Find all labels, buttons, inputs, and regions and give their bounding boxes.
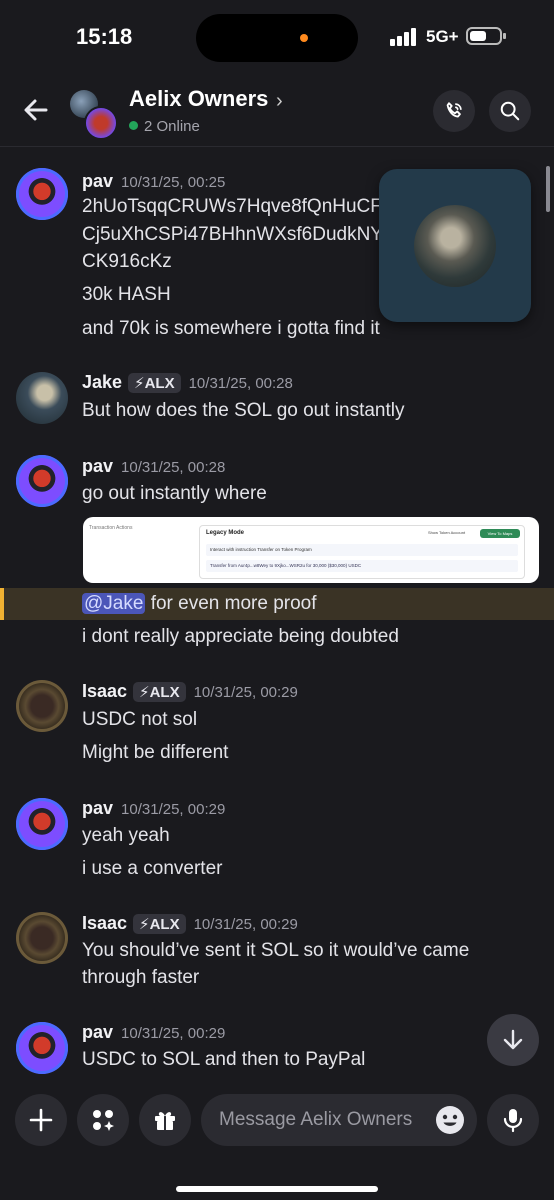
message-text: 30k HASH: [82, 284, 171, 305]
timestamp: 10/31/25, 00:29: [121, 801, 226, 818]
jump-to-bottom-button[interactable]: [487, 1014, 539, 1066]
message-text: But how does the SOL go out instantly: [82, 400, 405, 421]
caller-avatar: [414, 205, 496, 287]
attachment-row: Transfer from Aur4p...w8Wey to 9Xjko...W…: [206, 560, 518, 572]
role-tag[interactable]: ⚡ALX: [128, 373, 181, 393]
signal-icon: [390, 28, 420, 46]
message-text: Might be different: [82, 742, 229, 763]
battery-icon: [466, 27, 506, 45]
role-tag[interactable]: ⚡ALX: [133, 914, 186, 934]
attachment-mode: Legacy Mode: [206, 530, 245, 536]
apps-icon: [93, 1110, 114, 1131]
avatar[interactable]: [16, 680, 68, 732]
message-composer: Message Aelix Owners: [0, 1080, 554, 1200]
user-mention[interactable]: @Jake: [82, 593, 146, 614]
image-attachment[interactable]: Transaction Actions Legacy Mode Show Tok…: [83, 517, 539, 583]
avatar[interactable]: [16, 1022, 68, 1074]
online-status: 2 Online: [129, 118, 200, 135]
channel-title[interactable]: Aelix Owners: [129, 86, 268, 112]
message-text: You should’ve sent it SOL so it would’ve…: [82, 940, 470, 961]
add-button[interactable]: [15, 1094, 67, 1146]
phone-icon: [446, 102, 462, 118]
apps-button[interactable]: [77, 1094, 129, 1146]
avatar[interactable]: [16, 912, 68, 964]
username[interactable]: Jake: [82, 372, 122, 392]
voice-call-overlay[interactable]: [379, 169, 531, 322]
message-header: Jake ⚡ALX 10/31/25, 00:28: [82, 372, 293, 393]
message-text: go out instantly where: [82, 483, 267, 504]
transaction-card: Legacy Mode Show Token Account View To M…: [199, 525, 525, 579]
timestamp: 10/31/25, 00:28: [121, 459, 226, 476]
message-text: USDC not sol: [82, 709, 198, 730]
avatar[interactable]: [16, 455, 68, 507]
message-text: i use a converter: [82, 858, 223, 879]
timestamp: 10/31/25, 00:25: [121, 174, 226, 191]
avatar[interactable]: [16, 798, 68, 850]
message-input[interactable]: Message Aelix Owners: [201, 1094, 477, 1146]
message-text: i dont really appreciate being doubted: [82, 626, 399, 647]
avatar[interactable]: [16, 168, 68, 220]
back-arrow-icon[interactable]: [20, 94, 52, 126]
message-text: and 70k is somewhere i gotta find it: [82, 318, 380, 339]
gift-button[interactable]: [139, 1094, 191, 1146]
message-text: 2hUoTsqqCRUWs7Hqve8fQnHuCF: [82, 196, 382, 217]
timestamp: 10/31/25, 00:29: [121, 1025, 226, 1042]
username[interactable]: Isaac: [82, 681, 127, 701]
message-header: Isaac ⚡ALX 10/31/25, 00:29: [82, 681, 298, 702]
attachment-toggle-label: Show Token Account: [428, 530, 466, 535]
attachment-view-button: View To Maps: [480, 529, 520, 538]
status-bar: 15:18 5G+: [0, 0, 554, 74]
message-header: pav 10/31/25, 00:29: [82, 798, 225, 819]
scrollbar[interactable]: [546, 166, 550, 212]
microphone-icon: [503, 1109, 523, 1133]
username[interactable]: pav: [82, 456, 113, 476]
timestamp: 10/31/25, 00:29: [193, 916, 298, 933]
timestamp: 10/31/25, 00:29: [193, 684, 298, 701]
group-avatar[interactable]: [70, 90, 118, 140]
recording-indicator: [300, 34, 308, 42]
gift-icon: [155, 1112, 175, 1130]
voice-call-button[interactable]: [433, 90, 475, 132]
timestamp: 10/31/25, 00:28: [188, 375, 293, 392]
attachment-row: Interact with instruction Transfer on To…: [206, 544, 518, 556]
username[interactable]: pav: [82, 1022, 113, 1042]
message-text: @Jake for even more proof: [82, 593, 317, 614]
search-button[interactable]: [489, 90, 531, 132]
message-text: through faster: [82, 967, 200, 988]
search-icon: [500, 101, 520, 121]
message-text: yeah yeah: [82, 825, 170, 846]
role-tag[interactable]: ⚡ALX: [133, 682, 186, 702]
username[interactable]: pav: [82, 798, 113, 818]
message-header: pav 10/31/25, 00:29: [82, 1022, 225, 1043]
plus-icon: [29, 1108, 53, 1132]
message-text: USDC to SOL and then to PayPal: [82, 1049, 366, 1070]
attachment-section: Transaction Actions: [89, 525, 133, 531]
dynamic-island: [196, 14, 358, 62]
status-time: 15:18: [76, 24, 133, 49]
message-placeholder: Message Aelix Owners: [219, 1109, 413, 1130]
message-text: Cj5uXhCSPi47BHhnWXsf6DudkNY: [82, 224, 383, 245]
channel-header: Aelix Owners › 2 Online: [0, 76, 554, 147]
avatar[interactable]: [16, 372, 68, 424]
online-dot-icon: [129, 121, 138, 130]
voice-message-button[interactable]: [487, 1094, 539, 1146]
emoji-icon[interactable]: [434, 1104, 466, 1136]
message-header: Isaac ⚡ALX 10/31/25, 00:29: [82, 913, 298, 934]
arrow-down-icon: [503, 1029, 523, 1050]
username[interactable]: Isaac: [82, 913, 127, 933]
chevron-right-icon[interactable]: ›: [276, 90, 283, 113]
message-text: CK916cKz: [82, 251, 172, 272]
network-type: 5G+: [426, 27, 459, 46]
message-header: pav 10/31/25, 00:28: [82, 456, 225, 477]
message-header: pav 10/31/25, 00:25: [82, 171, 225, 192]
home-indicator[interactable]: [176, 1186, 378, 1192]
username[interactable]: pav: [82, 171, 113, 191]
